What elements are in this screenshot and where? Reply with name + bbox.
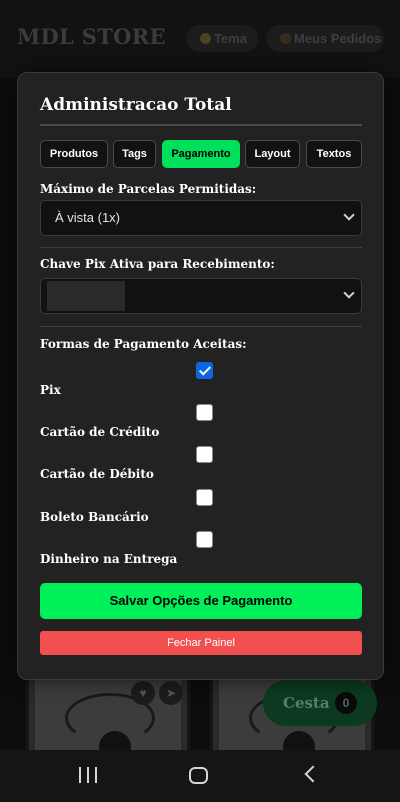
store-brand[interactable]: MDL STORE: [17, 24, 166, 49]
pix-key-select[interactable]: [40, 278, 362, 314]
section-divider: [40, 326, 362, 327]
my-orders-button[interactable]: Meus Pedidos: [266, 25, 384, 52]
installments-select[interactable]: À vista (1x): [40, 200, 362, 236]
cash-on-delivery-option-label: Dinheiro na Entrega: [40, 552, 178, 566]
cart-count-badge: 0: [335, 692, 357, 714]
heart-icon[interactable]: ♥: [131, 681, 155, 705]
product-image: [35, 673, 181, 759]
debit-card-checkbox[interactable]: [196, 446, 213, 463]
tab-textos[interactable]: Textos: [306, 140, 362, 168]
theme-button-label: Tema: [214, 31, 247, 46]
payment-methods-label: Formas de Pagamento Aceitas:: [40, 337, 247, 351]
boleto-checkbox[interactable]: [196, 489, 213, 506]
credit-card-option-label: Cartão de Crédito: [40, 425, 160, 439]
chevron-down-icon: [343, 209, 355, 221]
installments-value: À vista (1x): [55, 210, 121, 225]
section-divider: [40, 247, 362, 248]
cash-on-delivery-checkbox[interactable]: [196, 531, 213, 548]
debit-card-option-label: Cartão de Débito: [40, 467, 154, 481]
admin-tabs: Produtos Tags Pagamento Layout Textos: [40, 140, 362, 168]
cart-label: Cesta: [283, 694, 330, 712]
theme-button[interactable]: Tema: [186, 25, 258, 52]
pix-checkbox[interactable]: [196, 362, 213, 379]
theme-icon: [200, 33, 211, 44]
credit-card-checkbox[interactable]: [196, 404, 213, 421]
admin-panel: Administracao Total Produtos Tags Pagame…: [17, 72, 384, 680]
box-icon: [280, 33, 291, 44]
save-payment-options-button[interactable]: Salvar Opções de Pagamento: [40, 583, 362, 619]
pix-option-label: Pix: [40, 383, 61, 397]
home-icon[interactable]: [189, 767, 208, 784]
tab-produtos[interactable]: Produtos: [40, 140, 108, 168]
tab-tags[interactable]: Tags: [113, 140, 156, 168]
admin-panel-title: Administracao Total: [40, 95, 232, 115]
cart-button[interactable]: Cesta 0: [263, 680, 377, 726]
chevron-down-icon: [343, 287, 355, 299]
installments-label: Máximo de Parcelas Permitidas:: [40, 182, 257, 196]
pix-key-label: Chave Pix Ativa para Recebimento:: [40, 257, 275, 271]
share-icon[interactable]: ➤: [159, 681, 183, 705]
tab-pagamento[interactable]: Pagamento: [162, 140, 240, 168]
title-divider: [40, 124, 362, 126]
tab-layout[interactable]: Layout: [245, 140, 300, 168]
my-orders-label: Meus Pedidos: [294, 31, 382, 46]
store-header: MDL STORE Tema Meus Pedidos: [0, 0, 400, 78]
system-nav-bar: [0, 750, 400, 802]
close-panel-button[interactable]: Fechar Painel: [40, 631, 362, 655]
back-icon[interactable]: [304, 765, 322, 783]
boleto-option-label: Boleto Bancário: [40, 510, 149, 524]
pix-key-value-redacted: [47, 281, 125, 311]
recent-apps-icon[interactable]: [79, 767, 97, 785]
